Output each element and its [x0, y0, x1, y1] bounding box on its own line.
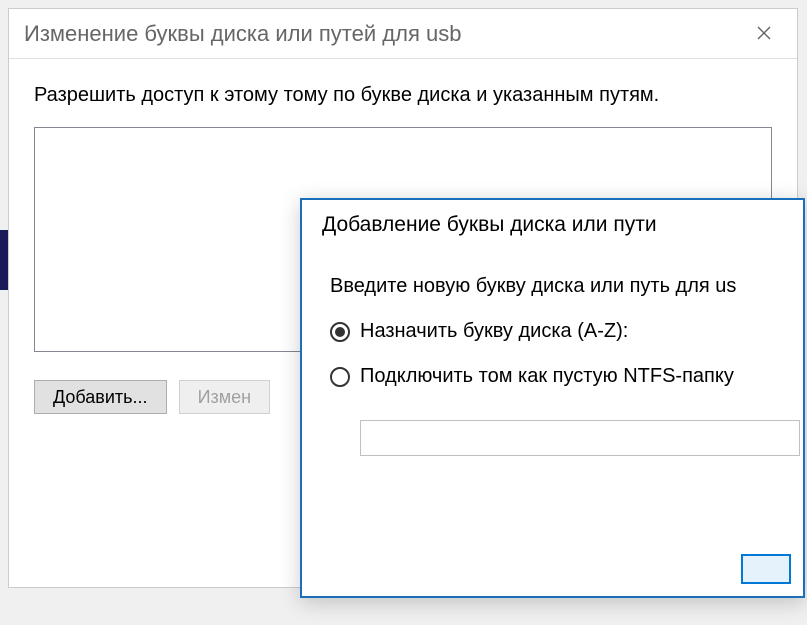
- sub-titlebar: Добавление буквы диска или пути: [302, 200, 803, 250]
- sub-dialog-body: Введите новую букву диска или путь для u…: [302, 250, 803, 481]
- path-input[interactable]: [360, 420, 800, 456]
- left-decoration: [0, 230, 8, 290]
- radio-mount-folder-label: Подключить том как пустую NTFS-папку: [360, 365, 734, 388]
- sub-description: Введите новую букву диска или путь для u…: [330, 275, 775, 298]
- change-button: Измен: [179, 380, 271, 414]
- sub-dialog: Добавление буквы диска или пути Введите …: [300, 198, 805, 598]
- radio-assign-letter[interactable]: Назначить букву диска (A-Z):: [330, 320, 775, 343]
- radio-icon-unchecked: [330, 367, 350, 387]
- radio-assign-letter-label: Назначить букву диска (A-Z):: [360, 320, 628, 343]
- radio-icon-checked: [330, 322, 350, 342]
- close-icon[interactable]: [746, 16, 782, 52]
- main-description: Разрешить доступ к этому тому по букве д…: [34, 84, 772, 107]
- ok-button[interactable]: [741, 554, 791, 584]
- main-titlebar: Изменение буквы диска или путей для usb: [9, 9, 797, 59]
- add-button[interactable]: Добавить...: [34, 380, 167, 414]
- radio-mount-folder[interactable]: Подключить том как пустую NTFS-папку: [330, 365, 775, 388]
- main-dialog-title: Изменение буквы диска или путей для usb: [24, 21, 461, 47]
- sub-dialog-title: Добавление буквы диска или пути: [322, 213, 657, 237]
